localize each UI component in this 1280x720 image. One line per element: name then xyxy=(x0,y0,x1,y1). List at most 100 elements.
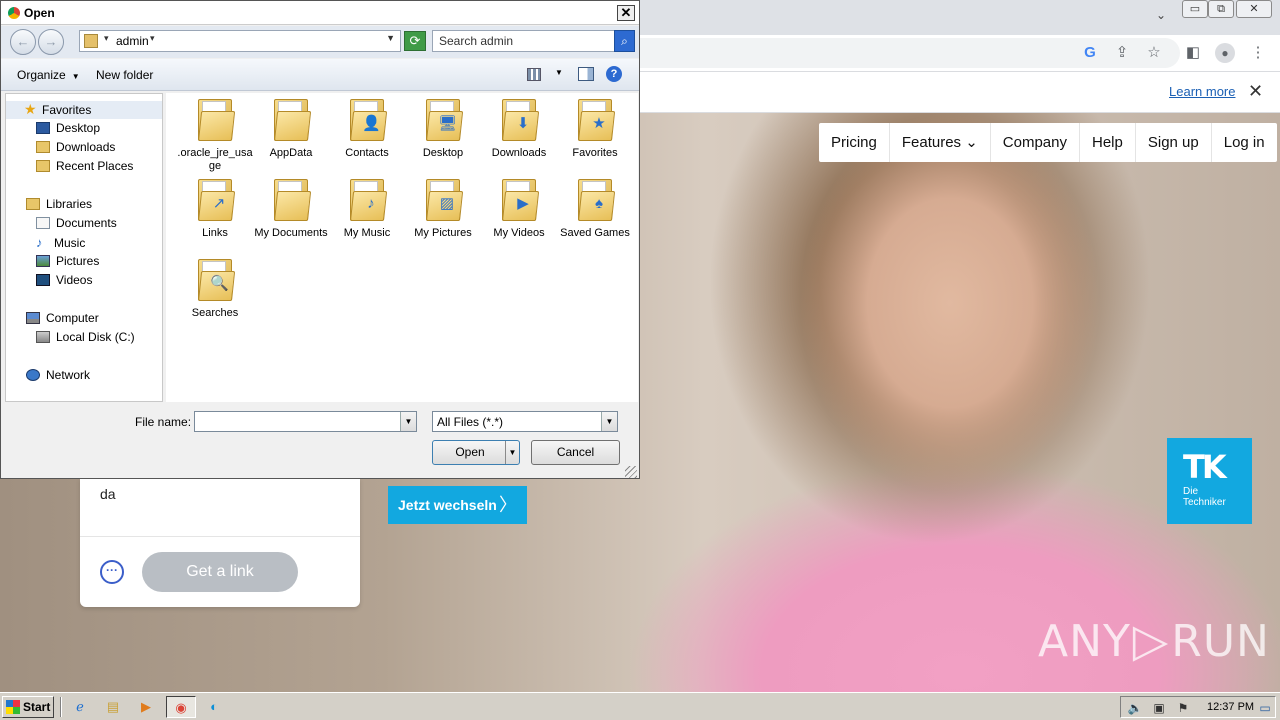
tk-logo[interactable]: TK Die Techniker xyxy=(1167,438,1252,524)
libraries-icon xyxy=(26,198,40,210)
file-item[interactable]: ♪ My Music xyxy=(329,177,405,240)
dialog-address-bar[interactable]: ▾ admin ▾ ▼ xyxy=(79,30,401,52)
help-icon[interactable]: ? xyxy=(606,66,622,82)
file-item[interactable]: My Documents xyxy=(253,177,329,240)
file-item[interactable]: ↗ Links xyxy=(177,177,253,240)
file-item[interactable]: 🖥 Desktop xyxy=(405,97,481,160)
file-item[interactable]: ★ Favorites xyxy=(557,97,633,160)
google-icon[interactable]: G xyxy=(1080,43,1100,63)
resize-grip[interactable] xyxy=(625,466,637,478)
more-options-icon[interactable]: ··· xyxy=(100,560,124,584)
file-type-dropdown-icon[interactable]: ▼ xyxy=(601,412,617,431)
edge-icon[interactable]: ◐ xyxy=(202,696,226,718)
share-icon[interactable]: ⇪ xyxy=(1112,43,1132,63)
start-button[interactable]: Start xyxy=(2,696,54,718)
open-button-label: Open xyxy=(455,445,485,459)
network-tray-icon[interactable]: ▣ xyxy=(1151,700,1167,716)
show-desktop-icon[interactable]: ▭ xyxy=(1257,700,1273,716)
nav-features[interactable]: Features ⌄ xyxy=(890,123,991,162)
nav-help[interactable]: Help xyxy=(1080,123,1136,162)
open-split-dropdown-icon[interactable]: ▼ xyxy=(505,441,519,464)
nav-desktop[interactable]: Desktop xyxy=(36,121,100,139)
new-folder-button[interactable]: New folder xyxy=(96,68,153,82)
breadcrumb-chevron-icon[interactable]: ▾ xyxy=(150,33,155,44)
file-type-select[interactable]: All Files (*.*) ▼ xyxy=(432,411,618,432)
dialog-title-bar[interactable]: Open ✕ xyxy=(1,1,639,25)
view-options-dropdown-icon[interactable]: ▼ xyxy=(555,68,563,77)
nav-music[interactable]: ♪ Music xyxy=(36,235,85,253)
file-item[interactable]: 👤 Contacts xyxy=(329,97,405,160)
switch-now-button[interactable]: Jetzt wechseln 〉 xyxy=(388,486,527,524)
open-button[interactable]: Open ▼ xyxy=(432,440,520,465)
play-icon: ▷ xyxy=(1132,613,1170,667)
breadcrumb-admin[interactable]: admin xyxy=(116,34,149,48)
breadcrumb-chevron-icon[interactable]: ▾ xyxy=(104,33,109,44)
start-label: Start xyxy=(23,700,51,714)
folder-emblem-icon: ⬇ xyxy=(516,115,530,132)
side-panel-icon[interactable]: ◧ xyxy=(1183,43,1203,63)
folder-icon: ▶ xyxy=(502,177,540,221)
file-item[interactable]: ⬇ Downloads xyxy=(481,97,557,160)
file-name-dropdown-icon[interactable]: ▼ xyxy=(400,412,416,431)
nav-network[interactable]: Network xyxy=(26,368,90,386)
file-item[interactable]: ♠ Saved Games xyxy=(557,177,633,240)
file-item[interactable]: 🔍 Searches xyxy=(177,257,253,320)
menu-kebab-icon[interactable]: ⋮ xyxy=(1248,43,1268,63)
file-item[interactable]: ▨ My Pictures xyxy=(405,177,481,240)
file-item[interactable]: AppData xyxy=(253,97,329,160)
tk-logo-text: Die Techniker xyxy=(1183,486,1226,508)
nav-documents[interactable]: Documents xyxy=(36,216,117,234)
tab-search-chevron-icon[interactable]: ⌄ xyxy=(1152,8,1170,26)
search-icon[interactable]: ⌕ xyxy=(614,30,635,52)
get-link-button[interactable]: Get a link xyxy=(142,552,298,592)
nav-pricing[interactable]: Pricing xyxy=(819,123,890,162)
folder-icon: ▨ xyxy=(426,177,464,221)
minimize-button[interactable]: ▭ xyxy=(1182,0,1208,18)
infobar-close-icon[interactable]: ✕ xyxy=(1248,81,1263,102)
dialog-close-button[interactable]: ✕ xyxy=(617,5,635,21)
search-input[interactable]: Search admin xyxy=(432,30,615,52)
nav-videos[interactable]: Videos xyxy=(36,273,92,291)
file-explorer-icon[interactable]: ▤ xyxy=(101,696,125,718)
back-arrow-icon[interactable]: ← xyxy=(10,29,36,55)
address-dropdown-icon[interactable]: ▼ xyxy=(386,33,395,43)
cancel-button[interactable]: Cancel xyxy=(531,440,620,465)
refresh-icon[interactable]: ⟳ xyxy=(404,31,426,51)
file-name-input[interactable]: ▼ xyxy=(194,411,417,432)
window-close-button[interactable]: ✕ xyxy=(1236,0,1272,18)
file-item[interactable]: .oracle_jre_usage xyxy=(177,97,253,173)
action-center-flag-icon[interactable]: ⚑ xyxy=(1175,700,1191,716)
file-item[interactable]: ▶ My Videos xyxy=(481,177,557,240)
forward-arrow-icon[interactable]: → xyxy=(38,29,64,55)
nav-downloads[interactable]: Downloads xyxy=(36,140,115,158)
preview-pane-icon[interactable] xyxy=(578,67,594,81)
nav-recent-places[interactable]: Recent Places xyxy=(36,159,133,177)
organize-button[interactable]: Organize ▼ xyxy=(17,68,80,82)
nav-libraries-label: Libraries xyxy=(46,197,93,211)
nav-favorites[interactable]: ★ Favorites xyxy=(6,101,162,119)
folder-icon xyxy=(274,177,312,221)
media-player-icon[interactable]: ▶ xyxy=(134,696,158,718)
command-bar: Organize ▼ New folder ▼ ? xyxy=(1,59,639,91)
nav-libraries[interactable]: Libraries xyxy=(26,197,92,215)
change-view-icon[interactable] xyxy=(527,68,541,81)
nav-log-in[interactable]: Log in xyxy=(1212,123,1277,162)
internet-explorer-icon[interactable]: ℯ xyxy=(68,696,92,718)
learn-more-link[interactable]: Learn more xyxy=(1169,84,1235,99)
file-item-label: My Documents xyxy=(254,227,328,239)
nav-local-disk[interactable]: Local Disk (C:) xyxy=(36,330,135,348)
clock[interactable]: 12:37 PM xyxy=(1207,701,1254,713)
folder-emblem-icon: ♠ xyxy=(595,195,603,212)
nav-computer[interactable]: Computer xyxy=(26,311,99,329)
volume-icon[interactable]: 🔈 xyxy=(1127,700,1143,716)
profile-avatar-icon[interactable]: ● xyxy=(1215,43,1235,63)
file-item-label: Links xyxy=(202,227,228,239)
chrome-taskbar-icon[interactable]: ◉ xyxy=(166,696,196,718)
restore-button[interactable]: ⧉ xyxy=(1208,0,1234,18)
nav-sign-up[interactable]: Sign up xyxy=(1136,123,1212,162)
nav-pictures[interactable]: Pictures xyxy=(36,254,99,272)
bookmark-star-icon[interactable]: ☆ xyxy=(1144,43,1164,63)
local-disk-icon xyxy=(36,331,50,343)
nav-company[interactable]: Company xyxy=(991,123,1080,162)
card-text: da xyxy=(100,486,116,502)
